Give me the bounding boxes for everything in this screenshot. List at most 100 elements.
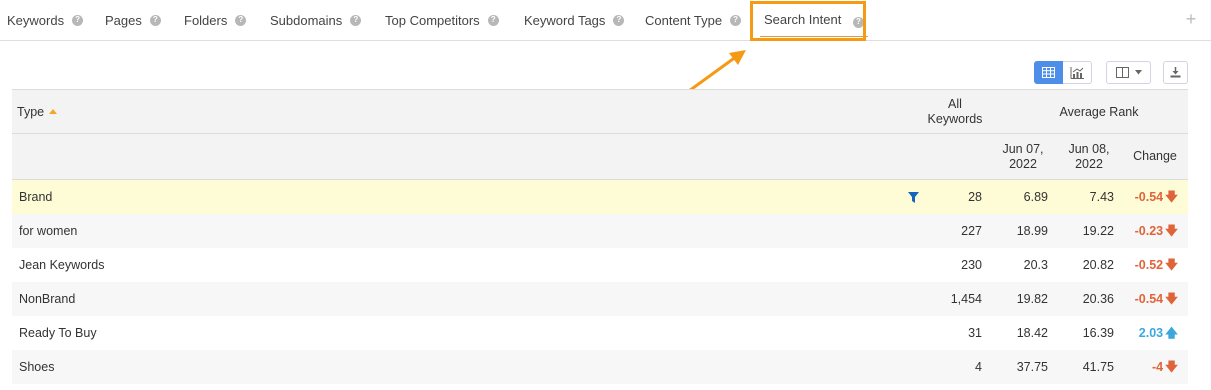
columns-control <box>1106 61 1151 84</box>
header-line: All <box>948 97 962 111</box>
all-keywords-cell: 227 <box>961 224 982 238</box>
chevron-down-icon <box>1134 70 1142 75</box>
table-row[interactable]: Jean Keywords 230 20.3 20.82 -0.52 🡇 <box>12 248 1188 282</box>
chart-view-icon <box>1070 66 1084 79</box>
type-header-label: Type <box>17 105 45 119</box>
columns-icon <box>1115 67 1129 78</box>
header-line: Keywords <box>927 112 983 126</box>
tab-keyword-tags[interactable]: Keyword Tags ? <box>524 0 625 40</box>
type-cell: for women <box>19 224 78 238</box>
date1-header[interactable]: Jun 07, 2022 <box>992 142 1054 172</box>
help-icon[interactable]: ? <box>730 14 742 26</box>
type-cell: Jean Keywords <box>19 258 105 272</box>
header-line: Jun 08, <box>1068 142 1110 156</box>
tab-label: Top Competitors <box>385 12 480 28</box>
rank-jun08-cell: 20.82 <box>1082 258 1114 272</box>
change-value: 2.03 <box>1138 326 1164 340</box>
header-line: 2022 <box>1075 157 1103 171</box>
table-row[interactable]: Brand 28 6.89 7.43 -0.54 🡇 <box>12 180 1188 214</box>
all-keywords-cell: 230 <box>961 258 982 272</box>
tab-label: Subdomains <box>270 12 343 28</box>
all-keywords-cell: 28 <box>968 190 982 204</box>
tab-pages[interactable]: Pages ? <box>105 0 161 40</box>
rank-jun07-cell: 20.3 <box>1023 258 1048 272</box>
rank-jun08-cell: 41.75 <box>1082 360 1114 374</box>
view-toggle-group <box>1034 61 1092 84</box>
add-tab-icon[interactable]: + <box>1183 10 1199 28</box>
arrow-down-icon: 🡇 <box>1165 224 1178 238</box>
tab-top-competitors[interactable]: Top Competitors ? <box>385 0 499 40</box>
type-cell: Brand <box>19 190 53 204</box>
table-row[interactable]: Shoes 4 37.75 41.75 -4 🡇 <box>12 350 1188 384</box>
change-cell: 2.03 🡅 <box>1116 316 1178 350</box>
table-header-row: Type All Keywords Average Rank <box>12 89 1188 134</box>
filter-icon[interactable] <box>908 192 919 203</box>
table-row[interactable]: Ready To Buy 31 18.42 16.39 2.03 🡅 <box>12 316 1188 350</box>
table-view-button[interactable] <box>1034 61 1063 84</box>
sort-ascending-icon <box>49 109 58 114</box>
tab-content-type[interactable]: Content Type ? <box>645 0 742 40</box>
annotation-highlight-box <box>750 1 866 41</box>
table-row[interactable]: for women 227 18.99 19.22 -0.23 🡇 <box>12 214 1188 248</box>
change-value: -0.54 <box>1134 292 1164 306</box>
tab-folders[interactable]: Folders ? <box>184 0 247 40</box>
help-icon[interactable]: ? <box>149 14 161 26</box>
change-header[interactable]: Change <box>1125 149 1185 164</box>
table-subheader-row: Jun 07, 2022 Jun 08, 2022 Change <box>12 134 1188 180</box>
tab-label: Keyword Tags <box>524 12 606 28</box>
tab-bar: Keywords ? Pages ? Folders ? Subdomains … <box>0 0 1211 41</box>
all-keywords-cell: 31 <box>968 326 982 340</box>
rank-jun07-cell: 18.42 <box>1016 326 1048 340</box>
change-cell: -0.52 🡇 <box>1116 248 1178 282</box>
tab-label: Keywords <box>7 12 65 28</box>
all-keywords-header[interactable]: All Keywords <box>920 97 990 127</box>
download-control <box>1163 61 1188 84</box>
type-column-header[interactable]: Type <box>17 105 58 120</box>
change-cell: -0.54 🡇 <box>1116 282 1178 316</box>
change-cell: -0.54 🡇 <box>1116 180 1178 214</box>
type-cell: Ready To Buy <box>19 326 97 340</box>
rank-jun07-cell: 6.89 <box>1023 190 1048 204</box>
columns-dropdown-button[interactable] <box>1106 61 1151 84</box>
change-value: -0.52 <box>1134 258 1164 272</box>
arrow-up-icon: 🡅 <box>1165 326 1178 340</box>
help-icon[interactable]: ? <box>487 14 499 26</box>
arrow-down-icon: 🡇 <box>1165 292 1178 306</box>
change-value: -4 <box>1152 360 1164 374</box>
rank-jun07-cell: 37.75 <box>1016 360 1048 374</box>
rank-jun07-cell: 18.99 <box>1016 224 1048 238</box>
help-icon[interactable]: ? <box>235 14 247 26</box>
date2-header[interactable]: Jun 08, 2022 <box>1058 142 1120 172</box>
change-cell: -0.23 🡇 <box>1116 214 1178 248</box>
arrow-head <box>729 50 746 65</box>
header-line: Jun 07, <box>1002 142 1044 156</box>
tab-label: Folders <box>184 12 228 28</box>
tab-label: Pages <box>105 12 142 28</box>
change-cell: -4 🡇 <box>1116 350 1178 384</box>
tab-subdomains[interactable]: Subdomains ? <box>270 0 362 40</box>
rank-jun08-cell: 7.43 <box>1089 190 1114 204</box>
rank-jun07-cell: 19.82 <box>1016 292 1048 306</box>
download-icon <box>1170 67 1181 78</box>
change-value: -0.54 <box>1134 190 1164 204</box>
all-keywords-cell: 1,454 <box>950 292 982 306</box>
tab-keywords[interactable]: Keywords ? <box>7 0 84 40</box>
header-line: 2022 <box>1009 157 1037 171</box>
arrow-down-icon: 🡇 <box>1165 190 1178 204</box>
help-icon[interactable]: ? <box>613 14 625 26</box>
all-keywords-cell: 4 <box>975 360 982 374</box>
download-button[interactable] <box>1163 61 1188 84</box>
table-row[interactable]: NonBrand 1,454 19.82 20.36 -0.54 🡇 <box>12 282 1188 316</box>
arrow-down-icon: 🡇 <box>1165 360 1178 374</box>
rank-jun08-cell: 20.36 <box>1082 292 1114 306</box>
chart-view-button[interactable] <box>1063 61 1092 84</box>
rank-jun08-cell: 19.22 <box>1082 224 1114 238</box>
table-view-icon <box>1042 67 1055 78</box>
type-cell: NonBrand <box>19 292 76 306</box>
help-icon[interactable]: ? <box>350 14 362 26</box>
type-cell: Shoes <box>19 360 55 374</box>
arrow-down-icon: 🡇 <box>1165 258 1178 272</box>
change-value: -0.23 <box>1134 224 1164 238</box>
rank-jun08-cell: 16.39 <box>1082 326 1114 340</box>
help-icon[interactable]: ? <box>72 14 84 26</box>
